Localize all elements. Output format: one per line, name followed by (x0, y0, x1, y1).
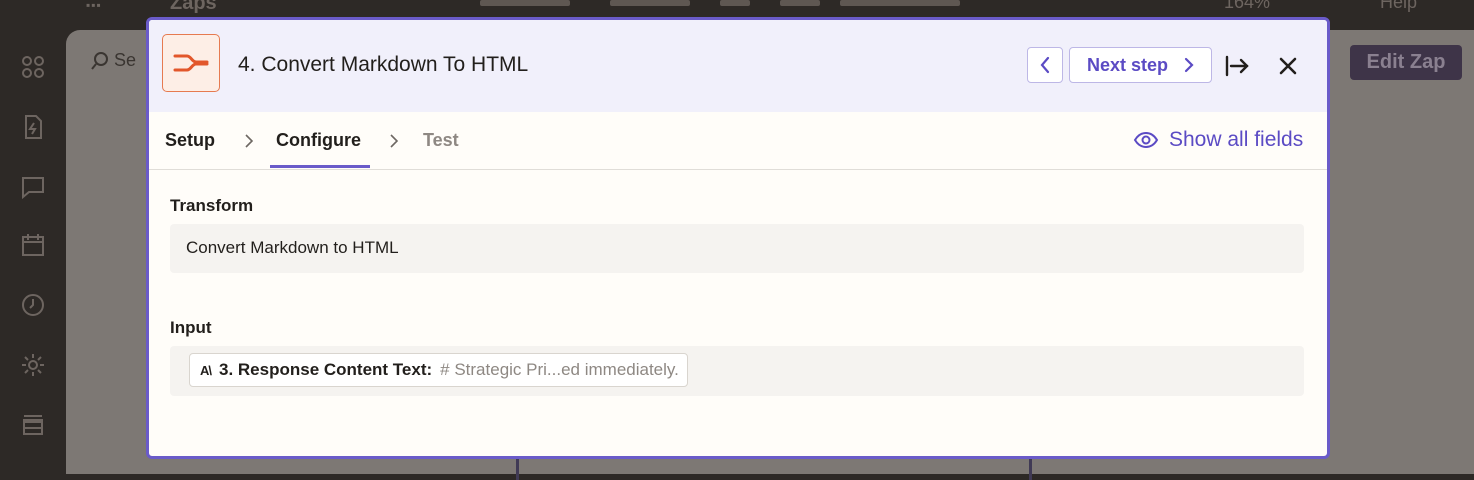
apps-icon[interactable] (18, 52, 48, 82)
tab-test[interactable]: Test (423, 130, 459, 151)
step-modal: 4. Convert Markdown To HTML Next step Se… (146, 17, 1330, 459)
transform-select[interactable]: Convert Markdown to HTML (170, 224, 1304, 273)
history-icon[interactable] (18, 290, 48, 320)
app-title: Zaps (170, 0, 217, 14)
chevron-right-icon (390, 134, 399, 148)
search-placeholder: Se (114, 50, 137, 70)
redacted-text (720, 0, 750, 6)
calendar-icon[interactable] (18, 230, 48, 260)
step-title: 4. Convert Markdown To HTML (238, 53, 529, 76)
pill-label: 3. Response Content Text: (219, 360, 433, 379)
tables-icon[interactable] (18, 408, 48, 438)
close-icon (1279, 57, 1297, 75)
modal-header: 4. Convert Markdown To HTML Next step (149, 20, 1327, 112)
tab-configure[interactable]: Configure (276, 130, 361, 151)
next-step-button[interactable]: Next step (1069, 47, 1212, 83)
redacted-text (780, 0, 820, 6)
zoom-level[interactable]: 164% (1224, 0, 1270, 13)
detach-panel-button[interactable] (1222, 51, 1252, 81)
transform-value: Convert Markdown to HTML (186, 238, 399, 257)
mapped-field-pill[interactable]: A\ 3. Response Content Text: # Strategic… (189, 353, 688, 387)
step-tabs: Setup Configure Test Show all fields (149, 112, 1327, 170)
formatter-icon (162, 34, 220, 92)
search-icon (91, 51, 108, 70)
show-all-fields-label: Show all fields (1169, 128, 1304, 151)
app-switcher-icon[interactable]: ▪▪▪ (86, 0, 102, 12)
zap-file-icon[interactable] (18, 112, 48, 142)
next-step-label: Next step (1086, 54, 1169, 75)
show-all-fields-toggle[interactable]: Show all fields (1133, 128, 1303, 152)
chat-icon[interactable] (18, 172, 48, 202)
help-link[interactable]: Help (1380, 0, 1417, 13)
anthropic-icon: A\ (200, 362, 212, 378)
close-button[interactable] (1273, 51, 1303, 81)
chevron-right-icon (1184, 57, 1194, 73)
redacted-text (480, 0, 570, 6)
search-box[interactable]: Se (90, 50, 136, 71)
chevron-left-icon (1040, 56, 1050, 74)
previous-step-button[interactable] (1027, 47, 1063, 83)
left-nav (0, 28, 66, 474)
input-field[interactable]: A\ 3. Response Content Text: # Strategic… (170, 346, 1304, 396)
eye-icon (1133, 131, 1159, 149)
edit-zap-button[interactable]: Edit Zap (1350, 45, 1462, 80)
transform-label: Transform (170, 196, 254, 215)
settings-icon[interactable] (18, 350, 48, 380)
tab-setup[interactable]: Setup (165, 130, 215, 151)
active-tab-indicator (270, 165, 370, 168)
chevron-right-icon (245, 134, 254, 148)
redacted-text (840, 0, 960, 6)
pill-value: # Strategic Pri...ed immediately. (440, 360, 679, 379)
input-label: Input (170, 318, 212, 337)
arrow-to-right-bar-icon (1225, 55, 1249, 77)
redacted-text (610, 0, 690, 6)
